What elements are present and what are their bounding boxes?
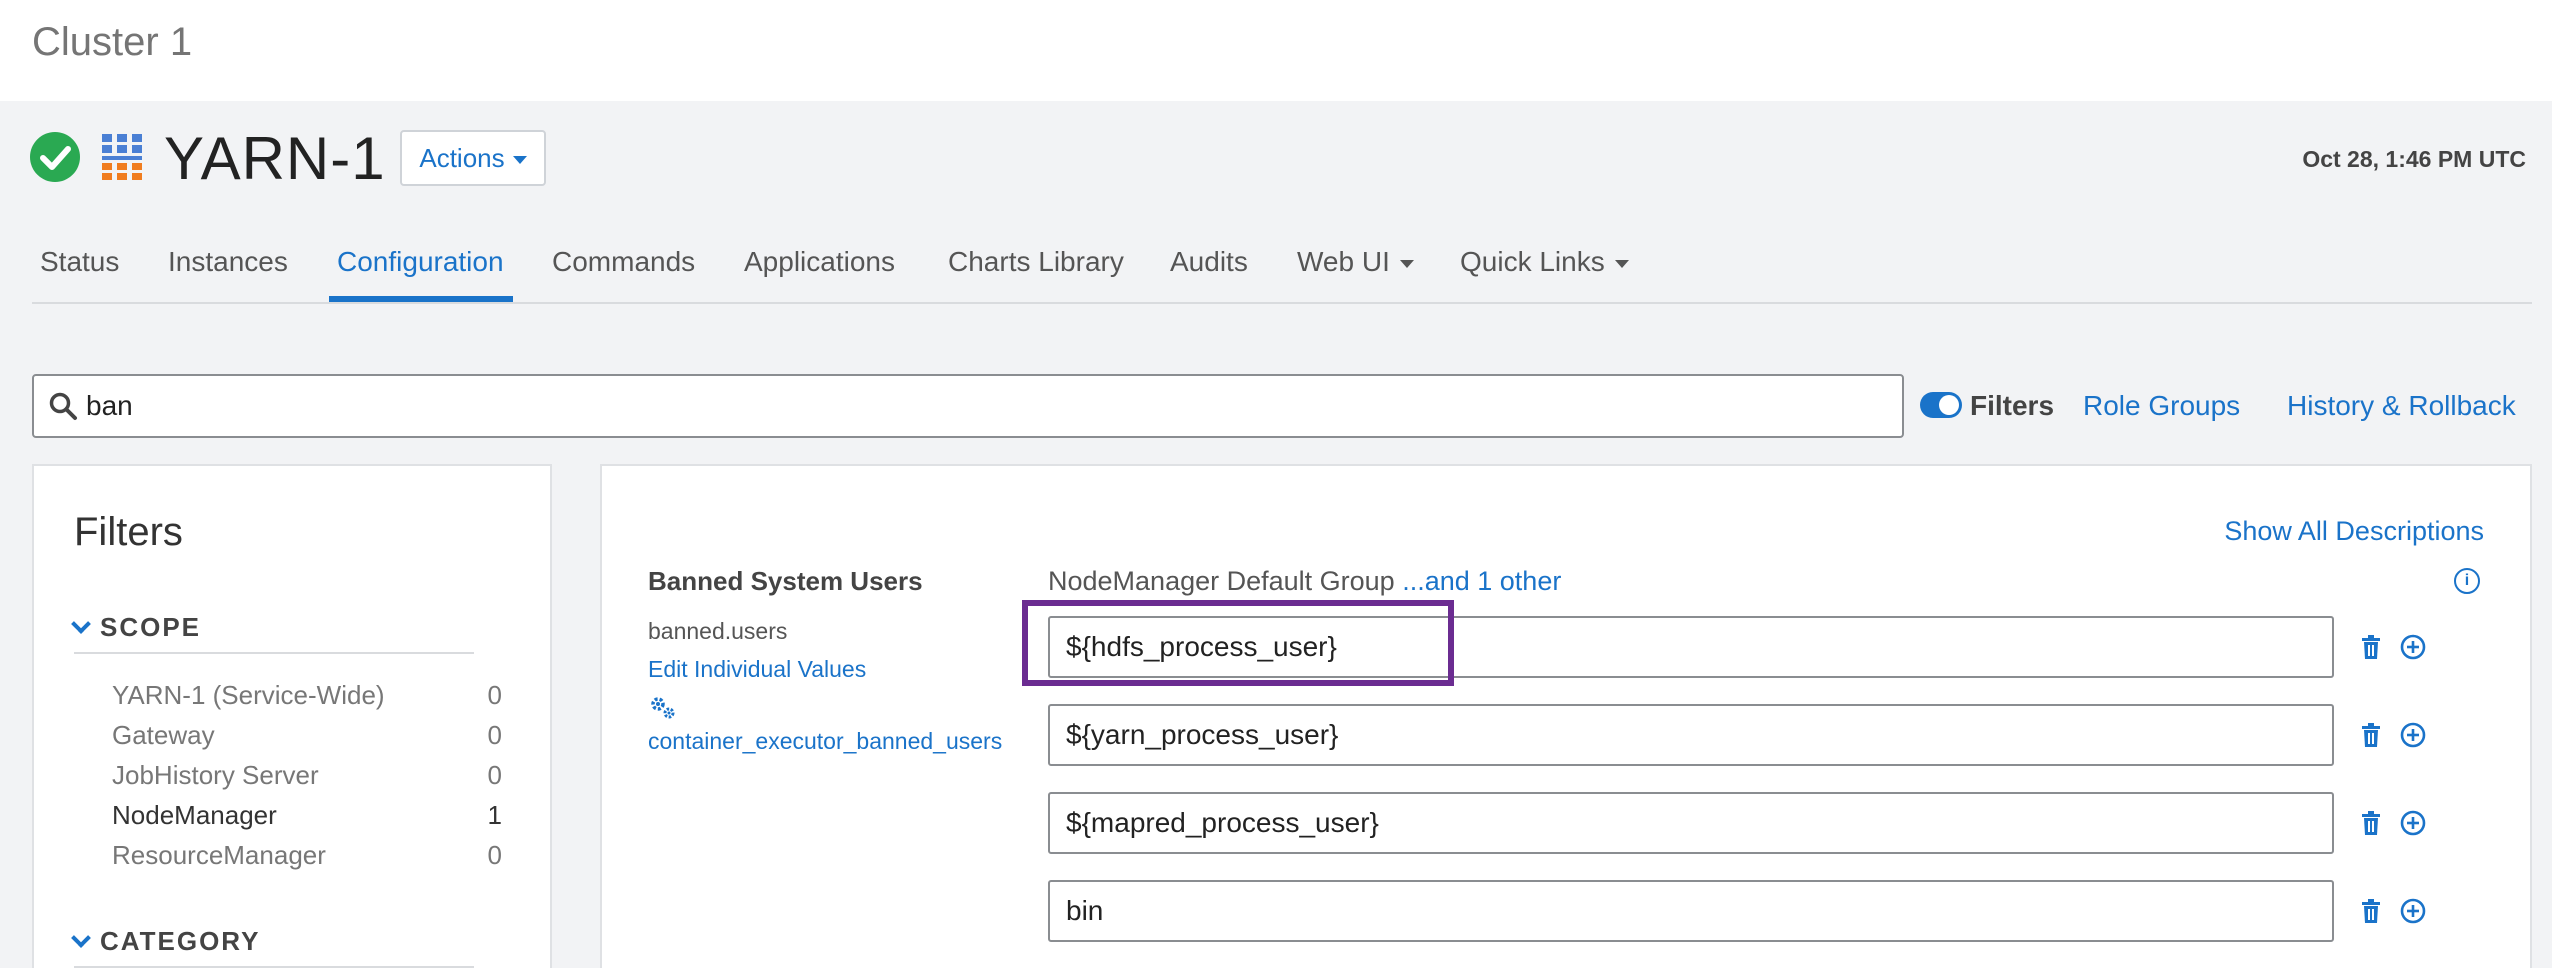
edit-individual-values-link[interactable]: Edit Individual Values: [648, 656, 866, 683]
caret-down-icon: [512, 155, 527, 164]
caret-down-icon: [1614, 259, 1629, 268]
role-group-name: NodeManager Default Group: [1048, 566, 1395, 596]
scope-section-header[interactable]: SCOPE: [71, 612, 202, 643]
scope-label: SCOPE: [100, 612, 202, 642]
tab-configuration[interactable]: Configuration: [337, 246, 504, 278]
scope-item-service-wide[interactable]: YARN-1 (Service-Wide) 0: [112, 680, 502, 711]
banned-user-field-2[interactable]: [1048, 704, 2334, 766]
tab-label: Status: [40, 246, 120, 277]
scope-item-label: ResourceManager: [112, 840, 326, 870]
caret-down-icon: [1399, 259, 1414, 268]
plus-circle-icon[interactable]: [2400, 722, 2426, 748]
show-all-descriptions-link[interactable]: Show All Descriptions: [2224, 516, 2484, 547]
plus-circle-icon[interactable]: [2400, 898, 2426, 924]
cluster-title[interactable]: Cluster 1: [32, 20, 192, 65]
category-section-header[interactable]: CATEGORY: [71, 926, 261, 957]
row-actions: [2358, 898, 2426, 924]
row-actions: [2358, 634, 2426, 660]
active-tab-indicator: [329, 296, 513, 302]
other-groups-link[interactable]: ...and 1 other: [1402, 566, 1561, 596]
tab-label: Configuration: [337, 246, 504, 277]
history-rollback-link[interactable]: History & Rollback: [2287, 390, 2516, 422]
scope-item-label: JobHistory Server: [112, 760, 319, 790]
property-key: banned.users: [648, 618, 788, 644]
scope-item-label: Gateway: [112, 720, 215, 750]
tab-label: Audits: [1170, 246, 1248, 277]
trash-icon[interactable]: [2358, 898, 2384, 924]
plus-circle-icon[interactable]: [2400, 634, 2426, 660]
tab-label: Quick Links: [1460, 246, 1605, 277]
scope-item-resourcemanager[interactable]: ResourceManager 0: [112, 840, 502, 871]
filters-panel: Filters SCOPE YARN-1 (Service-Wide) 0 Gat…: [32, 464, 552, 968]
tab-label: Web UI: [1297, 246, 1390, 277]
tab-instances[interactable]: Instances: [168, 246, 288, 278]
tab-label: Instances: [168, 246, 288, 277]
scope-item-nodemanager[interactable]: NodeManager 1: [112, 800, 502, 831]
info-icon[interactable]: i: [2454, 568, 2480, 594]
search-icon: [49, 392, 77, 420]
actions-label: Actions: [419, 142, 505, 173]
filters-title: Filters: [74, 510, 183, 554]
tab-web-ui[interactable]: Web UI: [1297, 246, 1414, 278]
tab-audits[interactable]: Audits: [1170, 246, 1248, 278]
scope-item-count: 1: [487, 800, 502, 830]
tab-label: Charts Library: [948, 246, 1124, 277]
chevron-down-icon: [71, 613, 91, 634]
tab-applications[interactable]: Applications: [744, 246, 895, 278]
trash-icon[interactable]: [2358, 810, 2384, 836]
scope-item-count: 0: [487, 680, 502, 710]
banned-user-field-3[interactable]: [1048, 792, 2334, 854]
yarn-logo-icon: [102, 134, 142, 180]
timestamp: Oct 28, 1:46 PM UTC: [2302, 146, 2526, 172]
filters-toggle-label[interactable]: Filters: [1970, 390, 2054, 422]
tab-quick-links[interactable]: Quick Links: [1460, 246, 1629, 278]
check-circle-icon: [30, 132, 80, 182]
scope-item-gateway[interactable]: Gateway 0: [112, 720, 502, 751]
trash-icon[interactable]: [2358, 722, 2384, 748]
scope-item-count: 0: [487, 840, 502, 870]
scope-item-jobhistory-server[interactable]: JobHistory Server 0: [112, 760, 502, 791]
scope-item-label: YARN-1 (Service-Wide): [112, 680, 385, 710]
config-search-box[interactable]: [32, 374, 1904, 438]
section-divider: [74, 652, 474, 654]
scope-item-label: NodeManager: [112, 800, 277, 830]
banned-user-field-4[interactable]: [1048, 880, 2334, 942]
scope-item-count: 0: [487, 760, 502, 790]
service-tabs: Status Instances Configuration Commands …: [32, 232, 2532, 304]
highlight-box: [1022, 600, 1454, 686]
actions-dropdown-button[interactable]: Actions: [400, 130, 546, 186]
cluster-header: [0, 0, 2552, 101]
chevron-down-icon: [71, 927, 91, 948]
role-group-scope: NodeManager Default Group ...and 1 other: [1048, 566, 1561, 597]
service-name: YARN-1: [164, 125, 386, 192]
category-label: CATEGORY: [100, 926, 261, 956]
plus-circle-icon[interactable]: [2400, 810, 2426, 836]
row-actions: [2358, 722, 2426, 748]
row-actions: [2358, 810, 2426, 836]
gears-icon: [651, 697, 675, 719]
config-panel: Show All Descriptions Banned System User…: [600, 464, 2532, 968]
role-groups-link[interactable]: Role Groups: [2083, 390, 2240, 422]
tab-label: Applications: [744, 246, 895, 277]
toggle-knob: [1939, 395, 1959, 415]
tab-status[interactable]: Status: [40, 246, 119, 278]
trash-icon[interactable]: [2358, 634, 2384, 660]
property-alias: container_executor_banned_users: [648, 728, 1003, 754]
tab-charts-library[interactable]: Charts Library: [948, 246, 1124, 278]
property-display-name: Banned System Users: [648, 566, 923, 596]
tab-label: Commands: [552, 246, 696, 277]
filters-toggle[interactable]: [1920, 392, 1962, 418]
search-input[interactable]: [86, 390, 1866, 422]
tab-commands[interactable]: Commands: [552, 246, 695, 278]
scope-item-count: 0: [487, 720, 502, 750]
